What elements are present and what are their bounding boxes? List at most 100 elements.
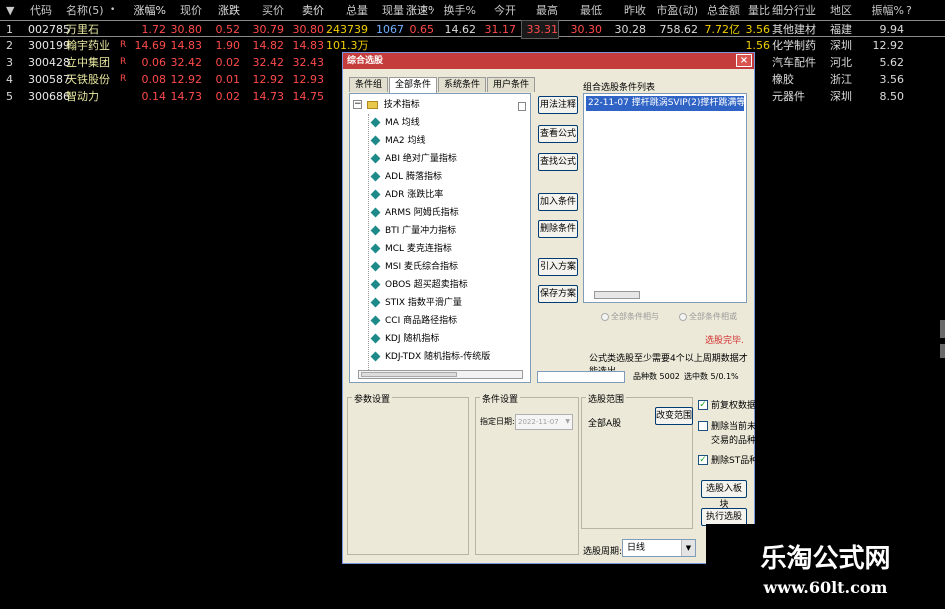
cell-name: 智动力 — [66, 90, 99, 103]
tree-item[interactable]: MA2 均线 — [370, 132, 426, 150]
tab-all-cond[interactable]: 全部条件 — [389, 77, 438, 93]
cond-h-scrollbar[interactable] — [594, 291, 640, 299]
tree-item[interactable]: ARMS 阿姆氏指标 — [370, 204, 459, 222]
col-pe[interactable]: 市盈(动) — [654, 2, 698, 19]
col-industry[interactable]: 细分行业 — [772, 2, 826, 19]
tree-item-label: MSI 麦氏综合指标 — [385, 262, 458, 272]
period-select[interactable]: 日线 ▼ — [622, 539, 696, 557]
cell-chg: 1.72 — [141, 23, 167, 36]
close-icon[interactable]: × — [736, 54, 752, 67]
col-region[interactable]: 地区 — [830, 2, 866, 19]
tree-item-label: MA2 均线 — [385, 136, 426, 146]
watermark: 乐淘公式网 www.60lt.com — [706, 524, 945, 609]
tree-item[interactable]: KDJ 随机指标 — [370, 330, 439, 348]
tree-item[interactable]: CCI 商品路径指标 — [370, 312, 457, 330]
add-cond-button[interactable]: 加入条件 — [538, 193, 578, 211]
col-low[interactable]: 最低 — [566, 2, 602, 19]
cond-list[interactable]: 22-11-07 撑杆跳涡SVIP(2)撑杆跳满等于1 — [583, 93, 747, 303]
indicator-tree[interactable]: − 技术指标 MA 均线 MA2 均线 ABI 绝对广量指标 ADL 腾落指标 ADR … — [349, 93, 531, 383]
import-plan-button[interactable]: 引入方案 — [538, 258, 578, 276]
tree-item-label: MA 均线 — [385, 118, 420, 128]
cell-idx: 1 — [6, 23, 13, 36]
param-group-label: 参数设置 — [352, 392, 393, 405]
col-speed[interactable]: 涨速% — [406, 2, 434, 19]
tree-item[interactable]: ABI 绝对广量指标 — [370, 150, 457, 168]
view-formula-button[interactable]: 查看公式 — [538, 125, 578, 143]
watermark-url: www.60lt.com — [763, 578, 888, 597]
col-diff[interactable]: 涨跌 — [210, 2, 240, 19]
chk-unlisted-label-2: 交易的品种 — [711, 436, 757, 446]
cell-flag: R — [120, 74, 127, 84]
cell-ask: 14.75 — [292, 90, 325, 103]
check-icon: ✓ — [698, 455, 708, 465]
change-range-button[interactable]: 改变范围 — [655, 407, 693, 425]
table-row[interactable]: 1 002785 万里石 1.72 30.80 0.52 30.79 30.80 243739 1… — [0, 20, 945, 39]
chevron-down-icon[interactable]: ▼ — [681, 540, 695, 556]
col-price[interactable]: 现价 — [170, 2, 202, 19]
cell-diff: 0.01 — [215, 73, 241, 86]
cell-industry: 化学制药 — [772, 39, 816, 52]
tree-h-scrollbar[interactable] — [358, 370, 523, 379]
radio-and[interactable]: 全部条件相与 — [601, 311, 659, 322]
col-more[interactable]: ? — [906, 2, 918, 19]
date-field[interactable]: 2022-11-07 ▼ — [515, 414, 573, 430]
col-amp[interactable]: 振幅% — [868, 2, 904, 19]
cell-flag: R — [120, 40, 127, 50]
dialog-title-bar[interactable]: 综合选股 × — [343, 53, 754, 69]
tab-user-cond[interactable]: 用户条件 — [487, 77, 536, 92]
cell-name: 天铁股份 — [66, 73, 110, 86]
indicator-icon — [370, 261, 381, 272]
tree-item[interactable]: BTI 广量冲力指标 — [370, 222, 456, 240]
tree-root[interactable]: − 技术指标 — [353, 96, 420, 114]
col-bid[interactable]: 买价 — [248, 2, 284, 19]
usage-button[interactable]: 用法注释 — [538, 96, 578, 114]
cond-list-label: 组合选股条件列表 — [583, 83, 656, 93]
cell-region: 福建 — [830, 23, 852, 36]
col-cur[interactable]: 现量 — [372, 2, 404, 19]
col-chg[interactable]: 涨幅% — [130, 2, 166, 19]
radio-or[interactable]: 全部条件相或 — [679, 311, 737, 322]
cell-turnover: 14.62 — [444, 23, 477, 36]
cell-name: 万里石 — [66, 23, 99, 36]
tree-item[interactable]: MA 均线 — [370, 114, 420, 132]
tree-scroll-marker — [518, 102, 526, 111]
tab-cond-group[interactable]: 条件组 — [349, 77, 389, 92]
chevron-down-icon[interactable]: ▼ — [565, 415, 570, 429]
cell-industry: 橡胶 — [772, 73, 794, 86]
col-high[interactable]: 最高 — [522, 2, 558, 19]
period-value: 日线 — [627, 543, 646, 553]
tree-scroll-thumb[interactable] — [361, 372, 457, 377]
tree-item[interactable]: KDJ-TDX 随机指标-传统版 — [370, 348, 491, 366]
cond-list-item[interactable]: 22-11-07 撑杆跳涡SVIP(2)撑杆跳满等于1 — [586, 96, 744, 111]
cell-idx: 4 — [6, 73, 13, 86]
col-prev[interactable]: 昨收 — [610, 2, 646, 19]
col-vol[interactable]: 总量 — [326, 2, 368, 19]
col-open[interactable]: 今开 — [478, 2, 516, 19]
col-ask[interactable]: 卖价 — [286, 2, 324, 19]
col-ratio[interactable]: 量比 — [744, 2, 770, 19]
cell-price: 14.83 — [170, 39, 203, 52]
save-plan-button[interactable]: 保存方案 — [538, 285, 578, 303]
chk-st-label: 删除ST品种 — [711, 456, 759, 466]
tree-item[interactable]: STIX 指数平滑广量 — [370, 294, 462, 312]
tree-item[interactable]: MCL 麦克连指标 — [370, 240, 452, 258]
tree-item[interactable]: ADR 涨跌比率 — [370, 186, 443, 204]
cell-region: 深圳 — [830, 90, 852, 103]
stock-screen-dialog: 综合选股 × 条件组 全部条件 系统条件 用户条件 − 技术指标 MA 均线 MA… — [342, 52, 759, 564]
del-cond-button[interactable]: 删除条件 — [538, 220, 578, 238]
collapse-icon[interactable]: − — [353, 100, 362, 109]
cell-high: 33.31 — [521, 20, 559, 39]
tree-item[interactable]: OBOS 超买超卖指标 — [370, 276, 468, 294]
find-formula-button[interactable]: 查找公式 — [538, 153, 578, 171]
add-to-block-button[interactable]: 选股入板块 — [701, 480, 747, 510]
hit-count: 选中数 5/0.1% — [684, 372, 739, 381]
tab-system-cond[interactable]: 系统条件 — [438, 77, 487, 92]
tree-item[interactable]: ADL 腾落指标 — [370, 168, 442, 186]
sort-marker[interactable]: ▼ — [6, 2, 20, 19]
progress-bar — [537, 371, 625, 383]
tree-item-label: ARMS 阿姆氏指标 — [385, 208, 459, 218]
col-amount[interactable]: 总金额 — [700, 2, 740, 19]
tree-item[interactable]: MSI 麦氏综合指标 — [370, 258, 458, 276]
tree-item-label: KDJ-TDX 随机指标-传统版 — [385, 352, 491, 362]
col-turnover[interactable]: 换手% — [440, 2, 476, 19]
